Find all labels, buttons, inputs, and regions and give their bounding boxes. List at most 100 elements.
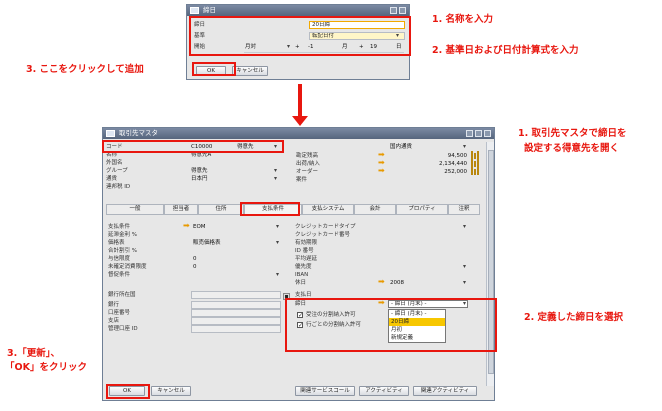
orders-label: オーダー [296,169,319,175]
currency-value[interactable]: 日本円 [191,175,208,183]
bar-chart-icon[interactable] [471,159,479,167]
main-titlebar: 取引先マスタ [103,128,494,139]
group-value[interactable]: 得意先 [191,167,208,175]
dialog-titlebar: 締日 [187,5,409,16]
id-number-label: ID 番号 [295,248,314,254]
highlight-closing-date [285,298,497,352]
chevron-down-icon[interactable]: ▾ [463,143,466,150]
chevron-down-icon[interactable]: ▾ [463,279,466,286]
callout-select-closing: 2. 定義した締日を選択 [524,312,624,323]
payment-terms-label: 支払条件 [108,224,131,230]
opportunities-label: 案件 [296,177,308,183]
chevron-down-icon[interactable]: ▾ [276,223,279,230]
related-activities-button[interactable]: 関連アクティビティ [413,386,477,396]
arrow-head [292,116,308,126]
highlight-code-field [102,140,284,153]
tab-payment-system[interactable]: 支払システム [302,204,354,214]
callout-open-bp-line1: 1. 取引先マスタで締日を [518,128,627,139]
minimize-icon[interactable] [466,130,473,137]
window-icon [106,130,115,137]
highlight-dialog-fields [189,16,411,56]
bank-field[interactable] [191,301,281,309]
window-controls [390,7,406,14]
callout-click-add: 3. ここをクリックして追加 [26,64,144,75]
deliveries-label: 出荷/納入 [296,161,320,167]
control-key-field[interactable] [191,325,281,333]
main-title: 取引先マスタ [119,129,158,137]
chevron-down-icon[interactable]: ▾ [274,167,277,174]
tab-properties[interactable]: プロパティ [396,204,448,214]
window-icon [190,7,199,14]
callout-update-line1: 3.「更新」、 [7,348,60,359]
balance-label: 勘定残高 [296,153,319,159]
tab-accounting[interactable]: 会計 [354,204,396,214]
group-label: グループ [106,168,128,174]
highlight-payment-tab [240,202,300,216]
holidays-label: 休日 [295,280,307,286]
arrow-shaft [298,84,302,118]
avg-delay-label: 平均遅延 [295,256,318,262]
expiry-label: 有効期限 [295,240,318,246]
control-key-label: 管理口座 ID [108,326,138,332]
chevron-down-icon[interactable]: ▾ [276,271,279,278]
related-service-calls-button[interactable]: 関連サービスコール [295,386,355,396]
payment-terms-value[interactable]: EOM [193,223,206,231]
highlight-ok-button [192,62,236,76]
window-controls [466,130,491,137]
chevron-down-icon[interactable]: ▾ [274,175,277,182]
deliveries-value: 2,134,440 [439,161,467,167]
bp-master-window: 取引先マスタ コード C10000 得意先 ▾ 名称 得意先A 外国名 グループ… [102,127,495,401]
tab-remarks[interactable]: 注釈 [448,204,480,214]
link-arrow-icon[interactable]: ➡ [378,167,385,175]
orders-value: 252,000 [444,169,467,175]
link-arrow-icon[interactable]: ➡ [183,222,190,230]
credit-limit-value[interactable]: 0 [193,255,197,263]
chevron-down-icon[interactable]: ▾ [463,263,466,270]
currency-type-select[interactable]: 国内通貨 [390,143,412,151]
holidays-value[interactable]: 2008 [390,279,404,287]
account-number-field[interactable] [191,309,281,317]
chevron-down-icon[interactable]: ▾ [276,239,279,246]
minimize-icon[interactable] [390,7,397,14]
cancel-button[interactable]: キャンセル [232,66,268,76]
total-discount-label: 合計割引 % [108,248,137,254]
commitment-limit-label: 未確定消費限度 [108,264,147,270]
bar-chart-icon[interactable] [471,167,479,175]
interest-label: 延滞金利 % [108,232,137,238]
dunning-term-label: 督促条件 [108,272,131,278]
priority-label: 優先度 [295,264,312,270]
price-list-label: 価格表 [108,240,125,246]
close-icon[interactable] [484,130,491,137]
account-number-label: 口座番号 [108,310,131,316]
currency-label: 通貨 [106,176,118,182]
credit-card-type-label: クレジットカードタイプ [295,224,356,230]
federal-tax-id-label: 連邦税 ID [106,184,131,190]
foreign-name-label: 外国名 [106,160,123,166]
bank-country-label: 銀行所在国 [108,292,136,298]
bank-country-field[interactable] [191,291,281,299]
callout-enter-name: 1. 名称を入力 [432,14,494,25]
credit-limit-label: 与信限度 [108,256,131,262]
commitment-limit-value[interactable]: 0 [193,263,197,271]
highlight-main-ok [106,384,150,399]
callout-enter-base-date: 2. 基準日および日付計算式を入力 [432,45,579,56]
tab-addresses[interactable]: 住所 [198,204,244,214]
credit-card-number-label: クレジットカード番号 [295,232,351,238]
cancel-button[interactable]: キャンセル [151,386,191,396]
tab-general[interactable]: 一般 [106,204,164,214]
activities-button[interactable]: アクティビティ [359,386,409,396]
callout-open-bp-line2: 設定する得意先を開く [524,143,620,154]
chevron-down-icon[interactable]: ▾ [463,223,466,230]
callout-update-line2: 「OK」をクリック [5,362,87,373]
link-arrow-icon[interactable]: ➡ [378,278,385,286]
bar-chart-icon[interactable] [471,151,479,159]
price-list-value[interactable]: 販売価格表 [193,239,221,247]
iban-label: IBAN [295,272,309,278]
branch-field[interactable] [191,317,281,325]
tab-contacts[interactable]: 担当者 [164,204,198,214]
close-icon[interactable] [399,7,406,14]
bank-label: 銀行 [108,302,120,308]
branch-label: 支店 [108,318,120,324]
dialog-title: 締日 [203,6,216,14]
maximize-icon[interactable] [475,130,482,137]
